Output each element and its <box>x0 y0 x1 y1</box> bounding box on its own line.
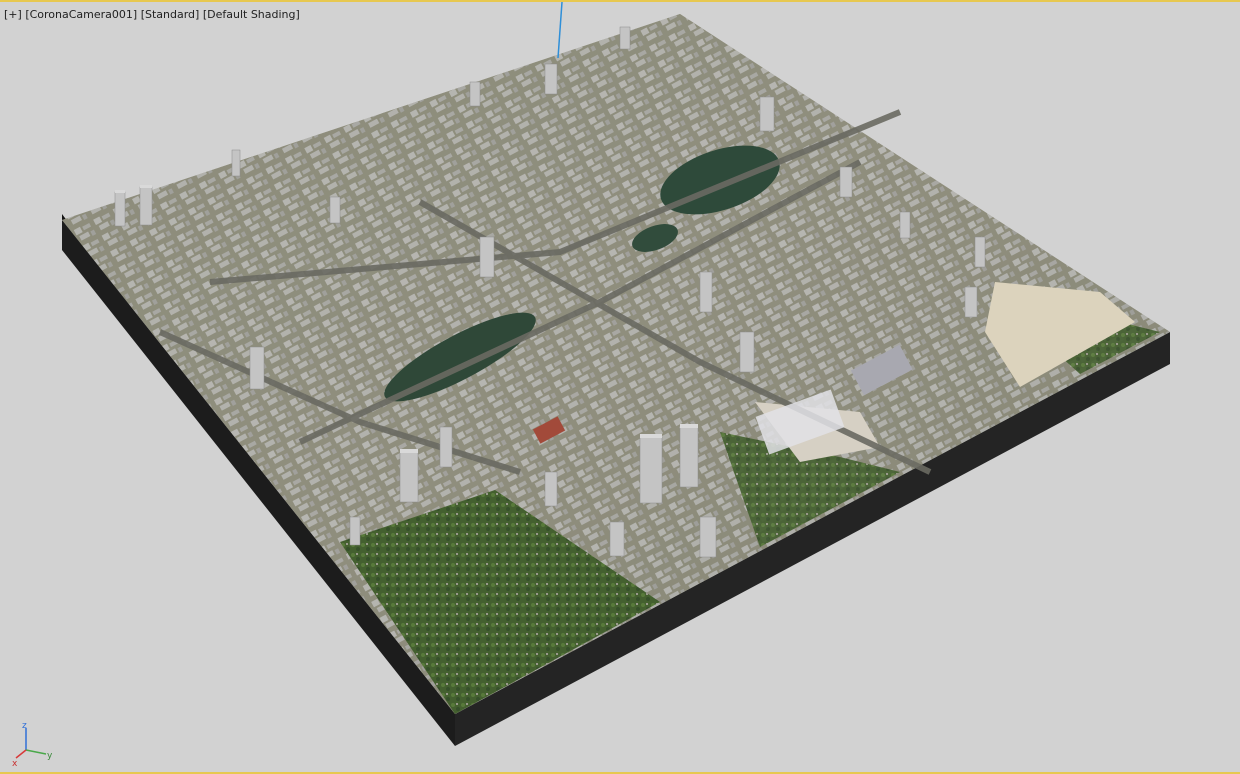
axis-x-label: x <box>12 759 18 768</box>
axis-tripod-icon: z y x <box>12 721 53 768</box>
city-3d-model[interactable] <box>0 2 1240 774</box>
camera-target-line <box>557 2 563 59</box>
axis-y-label: y <box>47 751 53 761</box>
axis-z-label: z <box>22 721 27 731</box>
3d-viewport[interactable]: [+] [CoronaCamera001] [Standard] [Defaul… <box>0 0 1240 774</box>
